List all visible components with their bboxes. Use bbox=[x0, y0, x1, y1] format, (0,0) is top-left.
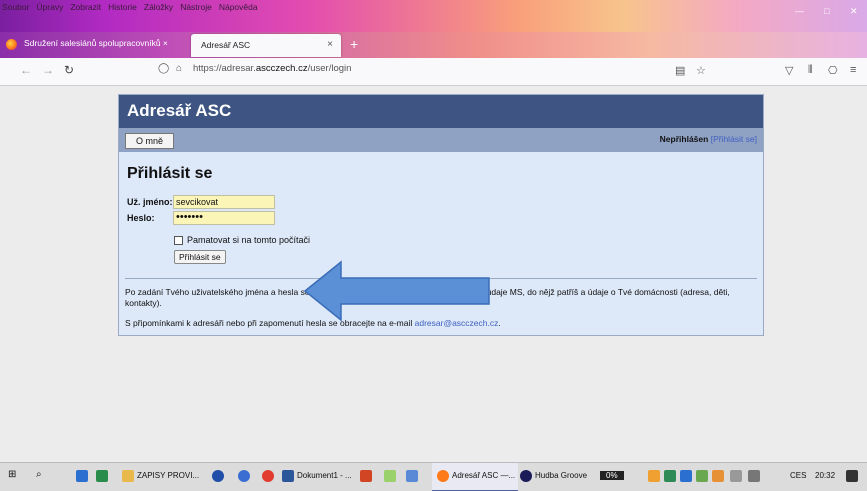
page-content: Adresář ASC O mně Nepřihlášen [Přihlásit… bbox=[0, 86, 867, 462]
status-not-logged: Nepřihlášen bbox=[659, 134, 709, 144]
taskbar-dokument[interactable]: Dokument1 - ... bbox=[297, 471, 352, 480]
tray-icon-3[interactable] bbox=[680, 470, 692, 482]
library-icon[interactable]: ⫴ bbox=[808, 64, 813, 77]
notifications-icon[interactable] bbox=[846, 470, 858, 482]
url-bar[interactable]: https://adresar.ascczech.cz/user/login bbox=[193, 63, 351, 74]
menu-help[interactable]: Nápověda bbox=[219, 2, 258, 12]
menu-bookmarks[interactable]: Záložky bbox=[144, 2, 173, 12]
login-link[interactable]: [Přihlásit se] bbox=[711, 134, 757, 144]
pocket-icon[interactable]: ▽ bbox=[785, 64, 793, 77]
menu-history[interactable]: Historie bbox=[108, 2, 137, 12]
password-label: Heslo: bbox=[127, 213, 155, 223]
left-arrow-annotation bbox=[303, 260, 490, 322]
minimize-icon[interactable]: — bbox=[795, 6, 804, 16]
shield-icon[interactable]: ◯ bbox=[158, 63, 169, 74]
lock-icon[interactable]: ⌂ bbox=[176, 63, 182, 74]
site-title: Adresář ASC bbox=[127, 101, 232, 120]
tray-icon-5[interactable] bbox=[712, 470, 724, 482]
chrome-icon[interactable] bbox=[262, 470, 274, 482]
app-icon-3[interactable] bbox=[384, 470, 396, 482]
remember-label: Pamatovat si na tomto počítači bbox=[187, 235, 311, 245]
volume-icon[interactable] bbox=[730, 470, 742, 482]
login-heading: Přihlásit se bbox=[127, 165, 213, 182]
contact-suffix: . bbox=[498, 318, 501, 328]
edge-icon[interactable] bbox=[76, 470, 88, 482]
reload-icon[interactable]: ↻ bbox=[64, 63, 74, 77]
menu-bar: Soubor Úpravy Zobrazit Historie Záložky … bbox=[0, 2, 258, 12]
menu-tools[interactable]: Nástroje bbox=[180, 2, 212, 12]
app-icon[interactable] bbox=[212, 470, 224, 482]
windows-start-icon[interactable]: ⊞ bbox=[8, 469, 16, 480]
bookmark-star-icon[interactable]: ☆ bbox=[696, 64, 706, 77]
firefox-icon bbox=[6, 39, 17, 50]
tab-strip: Sdružení salesiánů spolupracovníků × Adr… bbox=[0, 32, 867, 58]
maximize-icon[interactable]: □ bbox=[824, 6, 829, 16]
about-me-button[interactable]: O mně bbox=[125, 133, 175, 149]
tray-icon-1[interactable] bbox=[648, 470, 660, 482]
url-prefix: https://adresar. bbox=[193, 63, 256, 74]
powerpoint-icon[interactable] bbox=[360, 470, 372, 482]
new-tab-button[interactable]: + bbox=[350, 36, 358, 52]
tab-sdruzeni[interactable]: Sdružení salesiánů spolupracovníků × bbox=[24, 38, 168, 48]
app-icon-2[interactable] bbox=[238, 470, 250, 482]
login-status: Nepřihlášen [Přihlásit se] bbox=[660, 134, 757, 144]
site-header: Adresář ASC bbox=[119, 95, 763, 128]
close-tab-icon[interactable]: × bbox=[327, 39, 333, 50]
menu-edit[interactable]: Úpravy bbox=[36, 2, 63, 12]
menu-hamburger-icon[interactable]: ≡ bbox=[850, 64, 856, 76]
taskbar-zapisy[interactable]: ZAPISY PROVI... bbox=[137, 471, 199, 480]
account-icon[interactable]: ⎔ bbox=[828, 64, 838, 77]
app-icon-4[interactable] bbox=[406, 470, 418, 482]
sub-bar: O mně Nepřihlášen [Přihlásit se] bbox=[119, 128, 763, 152]
username-label: Už. jméno: bbox=[127, 197, 173, 207]
battery-widget[interactable]: 0% bbox=[600, 471, 624, 480]
tray-icon-4[interactable] bbox=[696, 470, 708, 482]
url-domain: ascczech.cz bbox=[255, 63, 308, 74]
excel-icon[interactable] bbox=[96, 470, 108, 482]
firefox-taskbar-icon bbox=[437, 470, 449, 482]
word-icon[interactable] bbox=[282, 470, 294, 482]
username-input[interactable]: sevcikovat bbox=[173, 195, 275, 209]
language-indicator[interactable]: CES bbox=[790, 471, 806, 480]
title-bar: Soubor Úpravy Zobrazit Historie Záložky … bbox=[0, 0, 867, 32]
tab-adresar[interactable]: Adresář ASC × bbox=[191, 34, 341, 57]
close-window-icon[interactable]: ✕ bbox=[850, 6, 858, 17]
taskbar-adresar[interactable]: Adresář ASC —... bbox=[452, 471, 515, 480]
clock[interactable]: 20:32 bbox=[815, 471, 835, 480]
forward-icon[interactable]: → bbox=[42, 63, 54, 77]
url-path: /user/login bbox=[307, 63, 352, 74]
login-submit-button[interactable]: Přihlásit se bbox=[174, 250, 226, 264]
password-input[interactable]: ••••••• bbox=[173, 211, 275, 225]
taskbar-groove[interactable]: Hudba Groove bbox=[535, 471, 587, 480]
nav-bar: ← → ↻ ◯ ⌂ https://adresar.ascczech.cz/us… bbox=[0, 58, 867, 86]
menu-view[interactable]: Zobrazit bbox=[70, 2, 101, 12]
back-icon[interactable]: ← bbox=[20, 63, 32, 77]
folder-icon[interactable] bbox=[122, 470, 134, 482]
taskbar: ⊞ ⌕ ZAPISY PROVI... Dokument1 - ... Adre… bbox=[0, 462, 867, 491]
tray-icon-2[interactable] bbox=[664, 470, 676, 482]
search-icon[interactable]: ⌕ bbox=[36, 469, 42, 480]
tab-adresar-label: Adresář ASC bbox=[201, 40, 251, 50]
groove-icon[interactable] bbox=[520, 470, 532, 482]
remember-checkbox[interactable] bbox=[174, 236, 183, 245]
network-icon[interactable] bbox=[748, 470, 760, 482]
reader-view-icon[interactable]: ▤ bbox=[675, 64, 685, 77]
menu-file[interactable]: Soubor bbox=[2, 2, 29, 12]
